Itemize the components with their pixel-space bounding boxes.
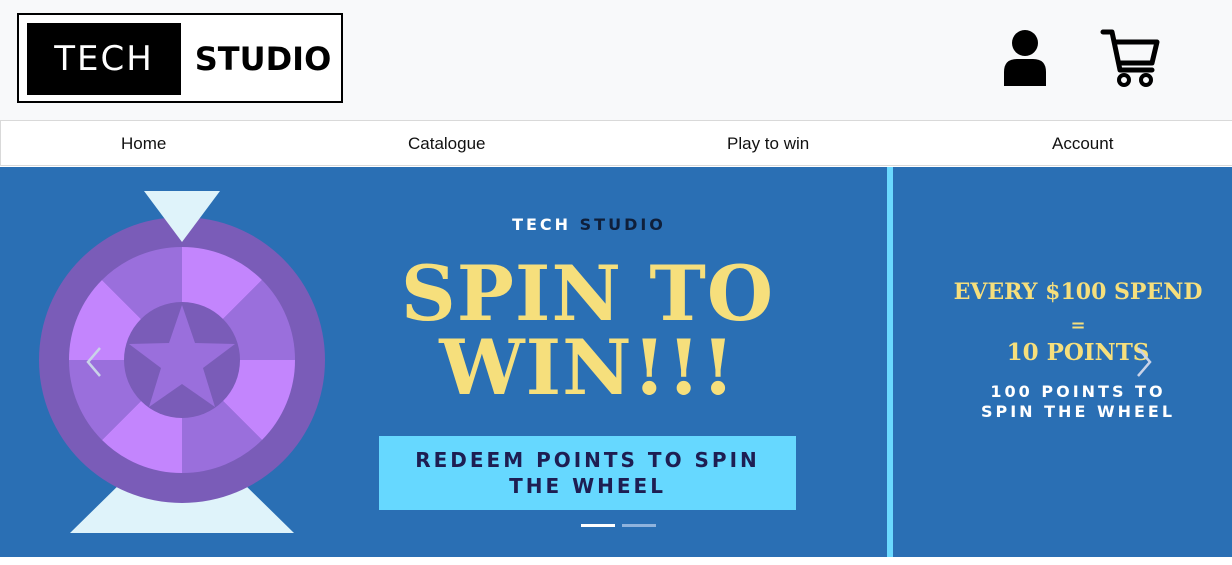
points-offer-line2: 10 POINTS: [1006, 339, 1150, 366]
carousel-next-button[interactable]: [1126, 342, 1160, 382]
banner-brand-tech: TECH: [512, 215, 572, 234]
site-header: TECH STUDIO: [0, 0, 1232, 120]
nav-item-play-to-win[interactable]: Play to win: [727, 121, 809, 167]
nav-item-catalogue[interactable]: Catalogue: [408, 121, 486, 167]
carousel-indicator-1[interactable]: [581, 524, 615, 527]
carousel-prev-button[interactable]: [78, 342, 112, 382]
spin-to-win-title: SPIN TO WIN!!!: [380, 249, 795, 412]
nav-item-home[interactable]: Home: [121, 121, 166, 167]
shopping-cart-icon[interactable]: [1100, 28, 1162, 88]
promo-carousel[interactable]: TECH STUDIO SPIN TO WIN!!! REDEEM POINTS…: [0, 167, 1232, 557]
spin-title-line2: WIN!!!: [439, 323, 736, 412]
site-logo[interactable]: TECH STUDIO: [17, 13, 343, 103]
points-offer-line1: EVERY $100 SPEND: [953, 279, 1203, 305]
banner-brand-studio: STUDIO: [579, 215, 666, 234]
redeem-line2: THE WHEEL: [509, 474, 666, 498]
prize-wheel-graphic: [39, 191, 325, 533]
nav-item-account[interactable]: Account: [1052, 121, 1113, 167]
points-offer-sub: 100 POINTS TO SPIN THE WHEEL: [933, 382, 1223, 422]
redeem-line1: REDEEM POINTS TO SPIN: [415, 448, 760, 472]
spin-title-line1: SPIN TO: [400, 249, 775, 338]
next-slide-preview: EVERY $100 SPEND = 10 POINTS 100 POINTS …: [893, 167, 1232, 557]
logo-tech-text: TECH: [27, 23, 181, 95]
points-offer-sub-line2: SPIN THE WHEEL: [980, 402, 1176, 421]
user-icon[interactable]: [1002, 28, 1048, 88]
banner-brand: TECH STUDIO: [464, 215, 714, 234]
chevron-left-icon: [86, 347, 101, 377]
carousel-indicator-2[interactable]: [622, 524, 656, 527]
points-offer-sub-line1: 100 POINTS TO: [990, 382, 1166, 401]
redeem-points-button[interactable]: REDEEM POINTS TO SPIN THE WHEEL: [379, 436, 796, 510]
points-offer-equals: =: [1070, 315, 1086, 336]
chevron-right-icon: [1137, 347, 1152, 377]
logo-studio-text: STUDIO: [194, 40, 332, 78]
main-nav: Home Catalogue Play to win Account: [0, 120, 1232, 166]
